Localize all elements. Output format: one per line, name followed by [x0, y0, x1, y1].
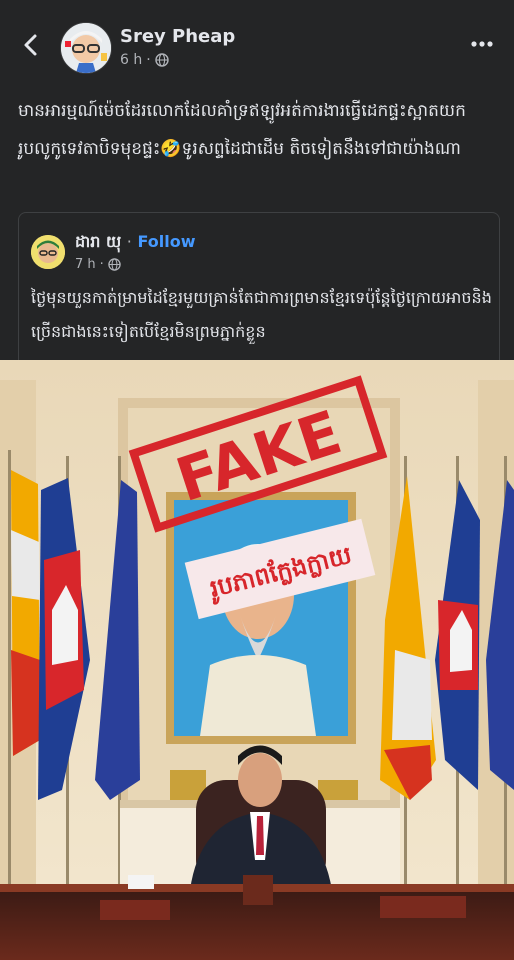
post-meta: 6 h · [120, 52, 169, 68]
more-dots-icon [471, 41, 493, 47]
author-name[interactable]: Srey Pheap [120, 26, 235, 47]
shared-meta-separator: · [99, 257, 104, 272]
shared-avatar-image [31, 235, 65, 269]
chevron-left-icon [24, 34, 37, 56]
shared-post-card[interactable]: ដារា យុ · Follow 7 h · ថ្ងៃមុនយួនកាត់ម្រ… [18, 212, 500, 363]
shared-separator: · [126, 232, 132, 251]
avatar-image [61, 23, 111, 73]
post-text: មានអារម្មណ៍ម៉េចដែរលោកដែលគាំទ្រឥឡូវអត់ការ… [18, 101, 466, 159]
globe-icon [108, 258, 121, 271]
meta-separator: · [146, 52, 151, 68]
post-photo[interactable]: FAKE រូបភាពក្លែងក្លាយ [0, 360, 514, 960]
shared-author-line: ដារា យុ · Follow [75, 231, 195, 255]
office-photo: FAKE រូបភាពក្លែងក្លាយ [0, 360, 514, 960]
author-avatar[interactable] [60, 22, 112, 74]
shared-post-text: ថ្ងៃមុនយួនកាត់ម្រាមដៃខ្មែរមួយគ្រាន់តែជាក… [31, 288, 492, 341]
shared-author-name[interactable]: ដារា យុ [75, 232, 121, 251]
more-options-button[interactable] [470, 36, 494, 52]
shared-meta: 7 h · [75, 257, 121, 272]
shared-author-avatar[interactable] [31, 235, 65, 269]
shared-time[interactable]: 7 h [75, 257, 96, 272]
post-header: Srey Pheap 6 h · [0, 0, 514, 80]
post-time[interactable]: 6 h [120, 52, 142, 68]
back-button[interactable] [16, 30, 46, 60]
globe-icon [154, 53, 169, 67]
follow-button[interactable]: Follow [137, 232, 195, 251]
